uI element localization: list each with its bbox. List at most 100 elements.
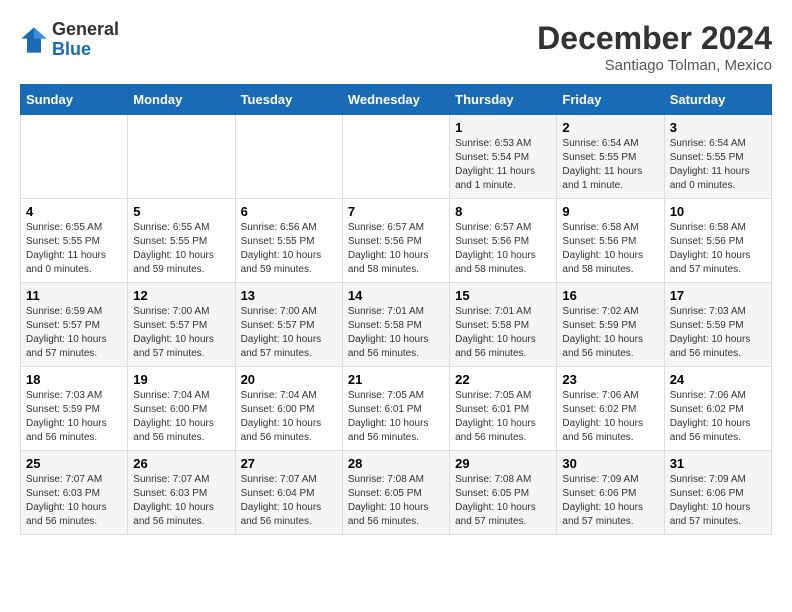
day-number: 20	[241, 372, 337, 387]
col-saturday: Saturday	[664, 85, 771, 115]
list-item: 30 Sunrise: 7:09 AM Sunset: 6:06 PM Dayl…	[557, 451, 664, 535]
list-item	[21, 115, 128, 199]
list-item: 1 Sunrise: 6:53 AM Sunset: 5:54 PM Dayli…	[450, 115, 557, 199]
table-row: 1 Sunrise: 6:53 AM Sunset: 5:54 PM Dayli…	[21, 115, 772, 199]
table-row: 11 Sunrise: 6:59 AM Sunset: 5:57 PM Dayl…	[21, 283, 772, 367]
day-number: 29	[455, 456, 551, 471]
location: Santiago Tolman, Mexico	[537, 57, 772, 74]
list-item: 14 Sunrise: 7:01 AM Sunset: 5:58 PM Dayl…	[342, 283, 449, 367]
day-number: 10	[670, 204, 766, 219]
day-number: 25	[26, 456, 122, 471]
day-info: Sunrise: 7:09 AM Sunset: 6:06 PM Dayligh…	[670, 473, 766, 529]
list-item	[342, 115, 449, 199]
list-item: 20 Sunrise: 7:04 AM Sunset: 6:00 PM Dayl…	[235, 367, 342, 451]
day-info: Sunrise: 6:53 AM Sunset: 5:54 PM Dayligh…	[455, 137, 551, 193]
page-header: General Blue December 2024 Santiago Tolm…	[20, 20, 772, 74]
day-info: Sunrise: 6:54 AM Sunset: 5:55 PM Dayligh…	[562, 137, 658, 193]
day-number: 24	[670, 372, 766, 387]
list-item: 12 Sunrise: 7:00 AM Sunset: 5:57 PM Dayl…	[128, 283, 235, 367]
list-item: 2 Sunrise: 6:54 AM Sunset: 5:55 PM Dayli…	[557, 115, 664, 199]
logo: General Blue	[20, 20, 119, 60]
day-number: 7	[348, 204, 444, 219]
list-item: 10 Sunrise: 6:58 AM Sunset: 5:56 PM Dayl…	[664, 199, 771, 283]
list-item: 28 Sunrise: 7:08 AM Sunset: 6:05 PM Dayl…	[342, 451, 449, 535]
list-item: 4 Sunrise: 6:55 AM Sunset: 5:55 PM Dayli…	[21, 199, 128, 283]
list-item: 6 Sunrise: 6:56 AM Sunset: 5:55 PM Dayli…	[235, 199, 342, 283]
list-item: 8 Sunrise: 6:57 AM Sunset: 5:56 PM Dayli…	[450, 199, 557, 283]
day-info: Sunrise: 7:08 AM Sunset: 6:05 PM Dayligh…	[455, 473, 551, 529]
list-item: 15 Sunrise: 7:01 AM Sunset: 5:58 PM Dayl…	[450, 283, 557, 367]
list-item: 24 Sunrise: 7:06 AM Sunset: 6:02 PM Dayl…	[664, 367, 771, 451]
col-wednesday: Wednesday	[342, 85, 449, 115]
list-item: 9 Sunrise: 6:58 AM Sunset: 5:56 PM Dayli…	[557, 199, 664, 283]
list-item: 7 Sunrise: 6:57 AM Sunset: 5:56 PM Dayli…	[342, 199, 449, 283]
day-info: Sunrise: 6:55 AM Sunset: 5:55 PM Dayligh…	[133, 221, 229, 277]
day-number: 13	[241, 288, 337, 303]
title-block: December 2024 Santiago Tolman, Mexico	[537, 20, 772, 74]
day-info: Sunrise: 6:58 AM Sunset: 5:56 PM Dayligh…	[562, 221, 658, 277]
day-info: Sunrise: 6:55 AM Sunset: 5:55 PM Dayligh…	[26, 221, 122, 277]
day-number: 17	[670, 288, 766, 303]
day-info: Sunrise: 7:02 AM Sunset: 5:59 PM Dayligh…	[562, 305, 658, 361]
day-info: Sunrise: 6:56 AM Sunset: 5:55 PM Dayligh…	[241, 221, 337, 277]
list-item: 19 Sunrise: 7:04 AM Sunset: 6:00 PM Dayl…	[128, 367, 235, 451]
day-info: Sunrise: 7:06 AM Sunset: 6:02 PM Dayligh…	[670, 389, 766, 445]
list-item: 25 Sunrise: 7:07 AM Sunset: 6:03 PM Dayl…	[21, 451, 128, 535]
day-number: 5	[133, 204, 229, 219]
day-info: Sunrise: 6:54 AM Sunset: 5:55 PM Dayligh…	[670, 137, 766, 193]
logo-general: General	[52, 20, 119, 40]
col-sunday: Sunday	[21, 85, 128, 115]
day-number: 6	[241, 204, 337, 219]
day-number: 15	[455, 288, 551, 303]
day-info: Sunrise: 6:57 AM Sunset: 5:56 PM Dayligh…	[348, 221, 444, 277]
list-item: 13 Sunrise: 7:00 AM Sunset: 5:57 PM Dayl…	[235, 283, 342, 367]
day-number: 19	[133, 372, 229, 387]
table-row: 25 Sunrise: 7:07 AM Sunset: 6:03 PM Dayl…	[21, 451, 772, 535]
list-item: 16 Sunrise: 7:02 AM Sunset: 5:59 PM Dayl…	[557, 283, 664, 367]
list-item: 26 Sunrise: 7:07 AM Sunset: 6:03 PM Dayl…	[128, 451, 235, 535]
list-item: 27 Sunrise: 7:07 AM Sunset: 6:04 PM Dayl…	[235, 451, 342, 535]
logo-blue: Blue	[52, 40, 119, 60]
day-info: Sunrise: 7:05 AM Sunset: 6:01 PM Dayligh…	[348, 389, 444, 445]
list-item	[128, 115, 235, 199]
day-info: Sunrise: 7:08 AM Sunset: 6:05 PM Dayligh…	[348, 473, 444, 529]
list-item: 21 Sunrise: 7:05 AM Sunset: 6:01 PM Dayl…	[342, 367, 449, 451]
day-info: Sunrise: 7:09 AM Sunset: 6:06 PM Dayligh…	[562, 473, 658, 529]
day-number: 11	[26, 288, 122, 303]
calendar-header: Sunday Monday Tuesday Wednesday Thursday…	[21, 85, 772, 115]
day-info: Sunrise: 6:58 AM Sunset: 5:56 PM Dayligh…	[670, 221, 766, 277]
list-item: 29 Sunrise: 7:08 AM Sunset: 6:05 PM Dayl…	[450, 451, 557, 535]
day-number: 14	[348, 288, 444, 303]
day-info: Sunrise: 7:07 AM Sunset: 6:03 PM Dayligh…	[26, 473, 122, 529]
day-number: 28	[348, 456, 444, 471]
list-item: 31 Sunrise: 7:09 AM Sunset: 6:06 PM Dayl…	[664, 451, 771, 535]
month-title: December 2024	[537, 20, 772, 57]
calendar-table: Sunday Monday Tuesday Wednesday Thursday…	[20, 84, 772, 535]
day-number: 27	[241, 456, 337, 471]
day-info: Sunrise: 7:01 AM Sunset: 5:58 PM Dayligh…	[455, 305, 551, 361]
day-info: Sunrise: 7:01 AM Sunset: 5:58 PM Dayligh…	[348, 305, 444, 361]
day-info: Sunrise: 7:03 AM Sunset: 5:59 PM Dayligh…	[670, 305, 766, 361]
day-number: 8	[455, 204, 551, 219]
day-number: 18	[26, 372, 122, 387]
logo-icon	[20, 26, 48, 54]
day-number: 30	[562, 456, 658, 471]
table-row: 4 Sunrise: 6:55 AM Sunset: 5:55 PM Dayli…	[21, 199, 772, 283]
header-row: Sunday Monday Tuesday Wednesday Thursday…	[21, 85, 772, 115]
day-info: Sunrise: 7:07 AM Sunset: 6:04 PM Dayligh…	[241, 473, 337, 529]
day-number: 23	[562, 372, 658, 387]
day-number: 3	[670, 120, 766, 135]
day-info: Sunrise: 7:06 AM Sunset: 6:02 PM Dayligh…	[562, 389, 658, 445]
day-info: Sunrise: 7:07 AM Sunset: 6:03 PM Dayligh…	[133, 473, 229, 529]
day-info: Sunrise: 7:05 AM Sunset: 6:01 PM Dayligh…	[455, 389, 551, 445]
day-info: Sunrise: 7:04 AM Sunset: 6:00 PM Dayligh…	[133, 389, 229, 445]
day-number: 9	[562, 204, 658, 219]
list-item: 3 Sunrise: 6:54 AM Sunset: 5:55 PM Dayli…	[664, 115, 771, 199]
list-item: 5 Sunrise: 6:55 AM Sunset: 5:55 PM Dayli…	[128, 199, 235, 283]
table-row: 18 Sunrise: 7:03 AM Sunset: 5:59 PM Dayl…	[21, 367, 772, 451]
logo-text: General Blue	[52, 20, 119, 60]
day-number: 21	[348, 372, 444, 387]
day-info: Sunrise: 7:03 AM Sunset: 5:59 PM Dayligh…	[26, 389, 122, 445]
day-number: 4	[26, 204, 122, 219]
day-number: 1	[455, 120, 551, 135]
